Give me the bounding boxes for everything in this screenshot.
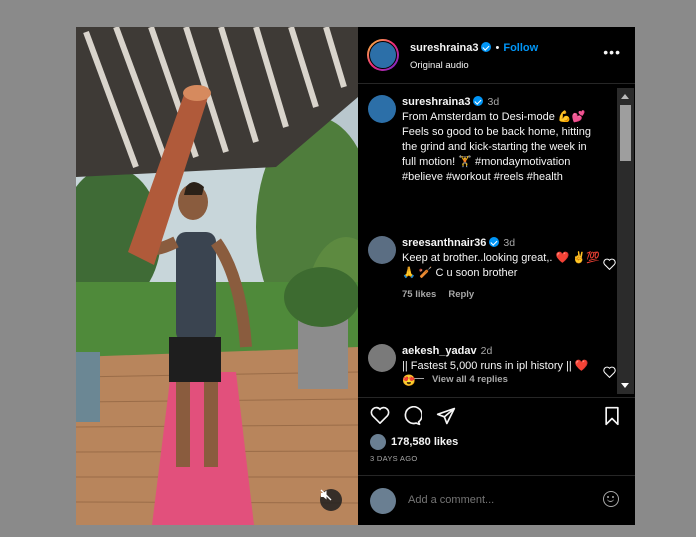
separator-dot: • bbox=[495, 42, 500, 54]
comment-time: 2d bbox=[480, 345, 493, 357]
reel-video[interactable] bbox=[76, 27, 358, 525]
comment-icon[interactable] bbox=[402, 406, 422, 426]
scroll-up-icon[interactable] bbox=[621, 94, 629, 99]
caption-username[interactable]: sureshraina3 bbox=[402, 96, 470, 108]
scroll-thumb[interactable] bbox=[620, 105, 631, 161]
comment-text: || Fastest 5,000 runs in ipl history || … bbox=[402, 360, 589, 387]
comment-time: 3d bbox=[503, 237, 516, 249]
likes-row: 178,580 likes bbox=[370, 434, 458, 450]
more-icon[interactable]: ••• bbox=[603, 45, 621, 59]
share-icon[interactable] bbox=[436, 406, 456, 426]
comment-likes[interactable]: 75 likes bbox=[402, 289, 436, 300]
post-header: sureshraina3 • Follow Original audio ••• bbox=[358, 27, 635, 84]
verified-icon bbox=[489, 237, 500, 247]
comments-list[interactable]: sureshraina3 3d From Amsterdam to Desi-mo… bbox=[358, 84, 635, 396]
post-panel: sureshraina3 • Follow Original audio ••• s… bbox=[358, 27, 635, 525]
action-bar: 178,580 likes 3 DAYS AGO bbox=[358, 397, 635, 468]
bookmark-icon[interactable] bbox=[604, 406, 620, 426]
liker-avatar[interactable] bbox=[370, 434, 386, 450]
caption-text: From Amsterdam to Desi-mode 💪💕 Feels so … bbox=[402, 111, 591, 183]
reply-button[interactable]: Reply bbox=[448, 289, 474, 300]
comment-avatar[interactable] bbox=[368, 344, 396, 372]
scroll-down-icon[interactable] bbox=[621, 383, 629, 388]
comment-avatar[interactable] bbox=[368, 236, 396, 264]
heart-icon[interactable] bbox=[603, 258, 616, 270]
comment-username[interactable]: sreesanthnair36 bbox=[402, 237, 486, 249]
add-comment-bar bbox=[358, 475, 635, 526]
audio-label[interactable]: Original audio bbox=[410, 60, 469, 71]
comment-input[interactable] bbox=[406, 493, 580, 507]
verified-icon bbox=[473, 96, 484, 106]
comments-scrollbar[interactable] bbox=[617, 88, 634, 394]
mute-button[interactable] bbox=[320, 489, 342, 511]
author-line: sureshraina3 • Follow bbox=[410, 42, 538, 54]
verified-icon bbox=[481, 42, 492, 52]
follow-button[interactable]: Follow bbox=[503, 42, 538, 54]
video-frame bbox=[76, 27, 358, 525]
post-date[interactable]: 3 DAYS AGO bbox=[370, 454, 417, 463]
heart-icon[interactable] bbox=[603, 366, 616, 378]
mute-icon bbox=[320, 489, 332, 501]
caption-time: 3d bbox=[487, 96, 500, 108]
caption-avatar[interactable] bbox=[368, 95, 396, 123]
author-avatar[interactable] bbox=[367, 39, 399, 71]
post-modal: sureshraina3 • Follow Original audio ••• s… bbox=[76, 27, 635, 525]
comment-text: Keep at brother..looking great,. ❤️ ✌️💯🙏… bbox=[402, 252, 600, 279]
user-avatar bbox=[370, 488, 396, 514]
heart-icon[interactable] bbox=[370, 406, 390, 424]
author-username[interactable]: sureshraina3 bbox=[410, 42, 478, 54]
likes-count[interactable]: 178,580 likes bbox=[391, 436, 458, 448]
comment-username[interactable]: aekesh_yadav bbox=[402, 345, 477, 357]
emoji-icon[interactable] bbox=[603, 491, 619, 507]
